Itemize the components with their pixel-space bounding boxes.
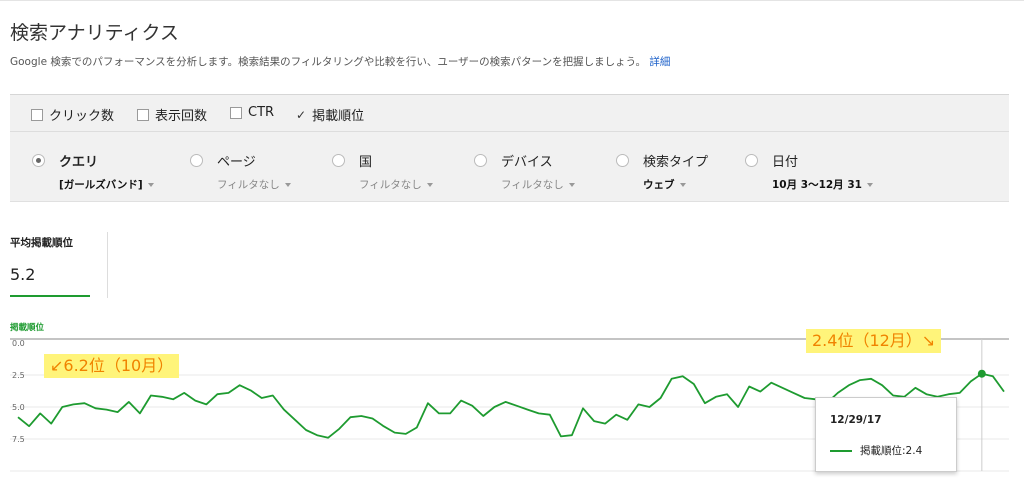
y-tick-label: 5.0 bbox=[12, 403, 25, 412]
tooltip-value: 2.4 bbox=[905, 444, 923, 457]
annotation-october: ↙6.2位（10月） bbox=[44, 354, 180, 378]
y-tick-label: 0.0 bbox=[12, 339, 25, 348]
annotation-december: 2.4位（12月）↘ bbox=[806, 329, 942, 353]
tooltip-series-label: 掲載順位 bbox=[860, 445, 902, 457]
y-tick-label: 7.5 bbox=[12, 435, 25, 444]
series-swatch bbox=[830, 449, 852, 452]
y-tick-label: 2.5 bbox=[12, 371, 25, 380]
tooltip-row: 掲載順位: 2.4 bbox=[830, 443, 922, 458]
tooltip-date: 12/29/17 bbox=[830, 414, 882, 426]
chart-tooltip: 12/29/17 掲載順位: 2.4 bbox=[815, 397, 957, 472]
hover-point bbox=[977, 369, 986, 378]
